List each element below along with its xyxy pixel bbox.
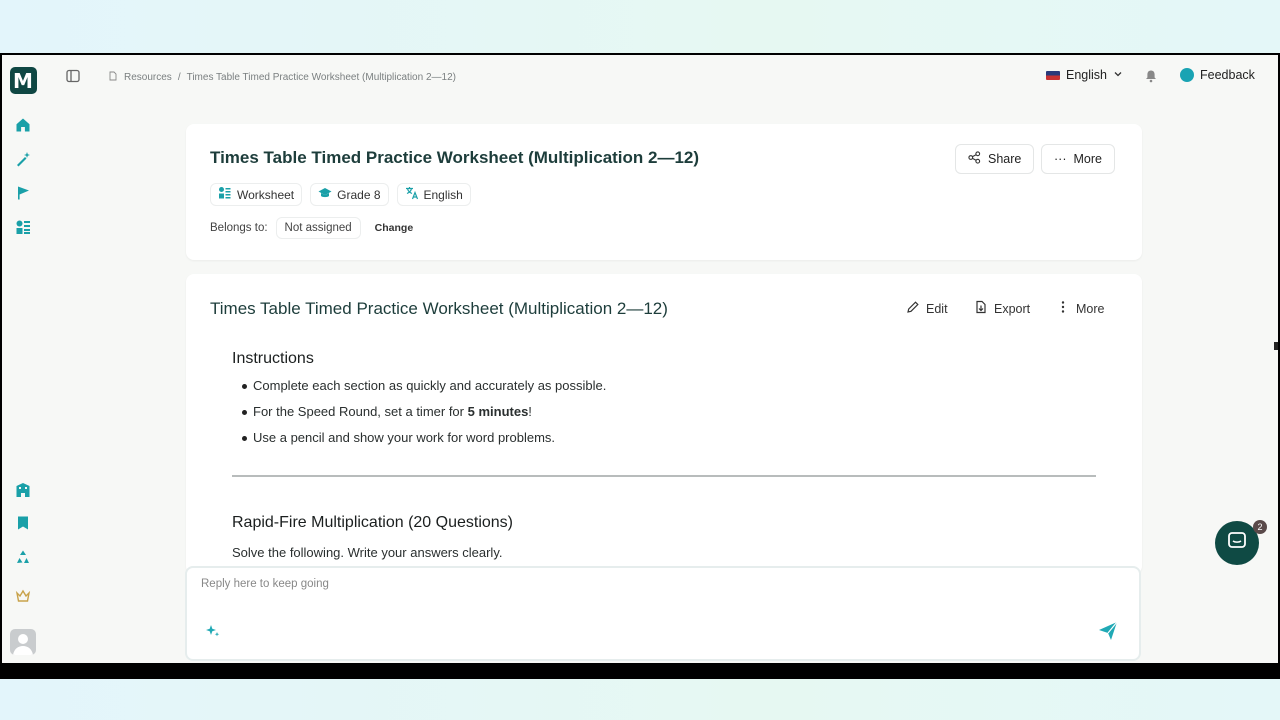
reply-input[interactable] xyxy=(201,578,1081,590)
breadcrumb-current: Times Table Timed Practice Worksheet (Mu… xyxy=(186,72,456,83)
bookmark-book-icon[interactable] xyxy=(13,513,33,533)
more-label: More xyxy=(1073,152,1102,166)
divider xyxy=(232,475,1096,477)
cursor-icon xyxy=(1274,342,1278,350)
language-label: English xyxy=(1066,68,1107,82)
export-button[interactable]: Export xyxy=(974,300,1030,317)
breadcrumb-root[interactable]: Resources xyxy=(124,72,172,83)
user-avatar[interactable] xyxy=(10,629,36,655)
crown-icon[interactable] xyxy=(13,586,33,606)
list-item: Use a pencil and show your work for word… xyxy=(232,430,1098,445)
send-icon[interactable] xyxy=(1097,620,1119,642)
edit-button[interactable]: Edit xyxy=(906,300,948,317)
section-heading: Rapid-Fire Multiplication (20 Questions) xyxy=(232,514,513,531)
belongs-value: Not assigned xyxy=(275,217,361,239)
tag-label: Grade 8 xyxy=(337,187,381,202)
document-title: Times Table Timed Practice Worksheet (Mu… xyxy=(210,299,668,318)
home-icon[interactable] xyxy=(13,115,33,135)
sidebar-toggle-icon[interactable] xyxy=(66,69,80,83)
tag-grade: Grade 8 xyxy=(310,183,389,206)
worksheet-icon xyxy=(218,186,232,203)
edit-label: Edit xyxy=(926,301,948,316)
app-logo[interactable]: M xyxy=(9,67,37,94)
screen-frame: M Resources / Times Table Timed Practice… xyxy=(0,53,1280,679)
resource-title: Times Table Timed Practice Worksheet (Mu… xyxy=(210,148,700,167)
list-item: For the Speed Round, set a timer for 5 m… xyxy=(232,404,1098,419)
flag-icon[interactable] xyxy=(13,183,33,203)
share-label: Share xyxy=(988,152,1022,166)
tag-label: English xyxy=(423,187,463,202)
instructions-heading: Instructions xyxy=(232,350,314,367)
school-icon[interactable] xyxy=(13,480,33,500)
bullet-text: ! xyxy=(528,404,532,419)
bullet-bold: 5 minutes xyxy=(467,404,529,419)
document-icon xyxy=(108,71,118,84)
pencil-icon xyxy=(906,300,920,317)
share-button[interactable]: Share xyxy=(955,144,1035,174)
feedback-icon xyxy=(1180,68,1194,82)
graduation-cap-icon xyxy=(318,186,332,203)
belongs-to-row: Belongs to: Not assigned Change xyxy=(210,217,413,239)
section-subtitle: Solve the following. Write your answers … xyxy=(232,545,503,560)
feedback-button[interactable]: Feedback xyxy=(1180,68,1255,82)
resource-header-card: Times Table Timed Practice Worksheet (Mu… xyxy=(186,124,1142,260)
translate-icon xyxy=(405,186,419,203)
chevron-down-icon xyxy=(1113,68,1123,82)
recycle-icon[interactable] xyxy=(13,547,33,567)
more-button[interactable]: ··· More xyxy=(1041,144,1115,174)
topbar: Resources / Times Table Timed Practice W… xyxy=(44,55,1278,99)
export-label: Export xyxy=(994,301,1031,316)
flag-icon xyxy=(1046,70,1060,80)
tag-language: English xyxy=(396,183,471,206)
export-icon xyxy=(974,300,988,317)
breadcrumb-separator: / xyxy=(177,72,181,83)
list-item: Complete each section as quickly and acc… xyxy=(232,378,1098,393)
document-card: Times Table Timed Practice Worksheet (Mu… xyxy=(186,274,1142,574)
magic-wand-icon[interactable] xyxy=(13,149,33,169)
breadcrumb: Resources / Times Table Timed Practice W… xyxy=(108,71,456,84)
document-more-button[interactable]: More xyxy=(1056,300,1104,317)
document-body: Instructions Complete each section as qu… xyxy=(232,350,1098,456)
chat-badge: 2 xyxy=(1253,520,1267,534)
share-icon xyxy=(968,151,981,167)
sidebar: M xyxy=(2,55,44,663)
ellipsis-icon: ··· xyxy=(1054,152,1067,166)
tag-worksheet: Worksheet xyxy=(210,183,303,206)
vertical-ellipsis-icon xyxy=(1056,300,1070,317)
sparkle-icon[interactable] xyxy=(205,623,221,639)
reply-box xyxy=(185,566,1141,661)
tag-label: Worksheet xyxy=(237,187,295,202)
feedback-label: Feedback xyxy=(1200,68,1255,82)
instructions-list: Complete each section as quickly and acc… xyxy=(232,378,1098,445)
bell-icon[interactable] xyxy=(1144,69,1158,83)
language-selector[interactable]: English xyxy=(1046,68,1123,82)
bullet-text: For the Speed Round, set a timer for xyxy=(253,404,468,419)
app-window: M Resources / Times Table Timed Practice… xyxy=(2,55,1278,663)
chat-icon xyxy=(1227,531,1247,556)
resource-tags: Worksheet Grade 8 English xyxy=(210,183,471,206)
belongs-label: Belongs to: xyxy=(210,222,268,234)
change-button[interactable]: Change xyxy=(375,222,414,234)
resources-icon[interactable] xyxy=(13,217,33,237)
more-label: More xyxy=(1076,301,1105,316)
